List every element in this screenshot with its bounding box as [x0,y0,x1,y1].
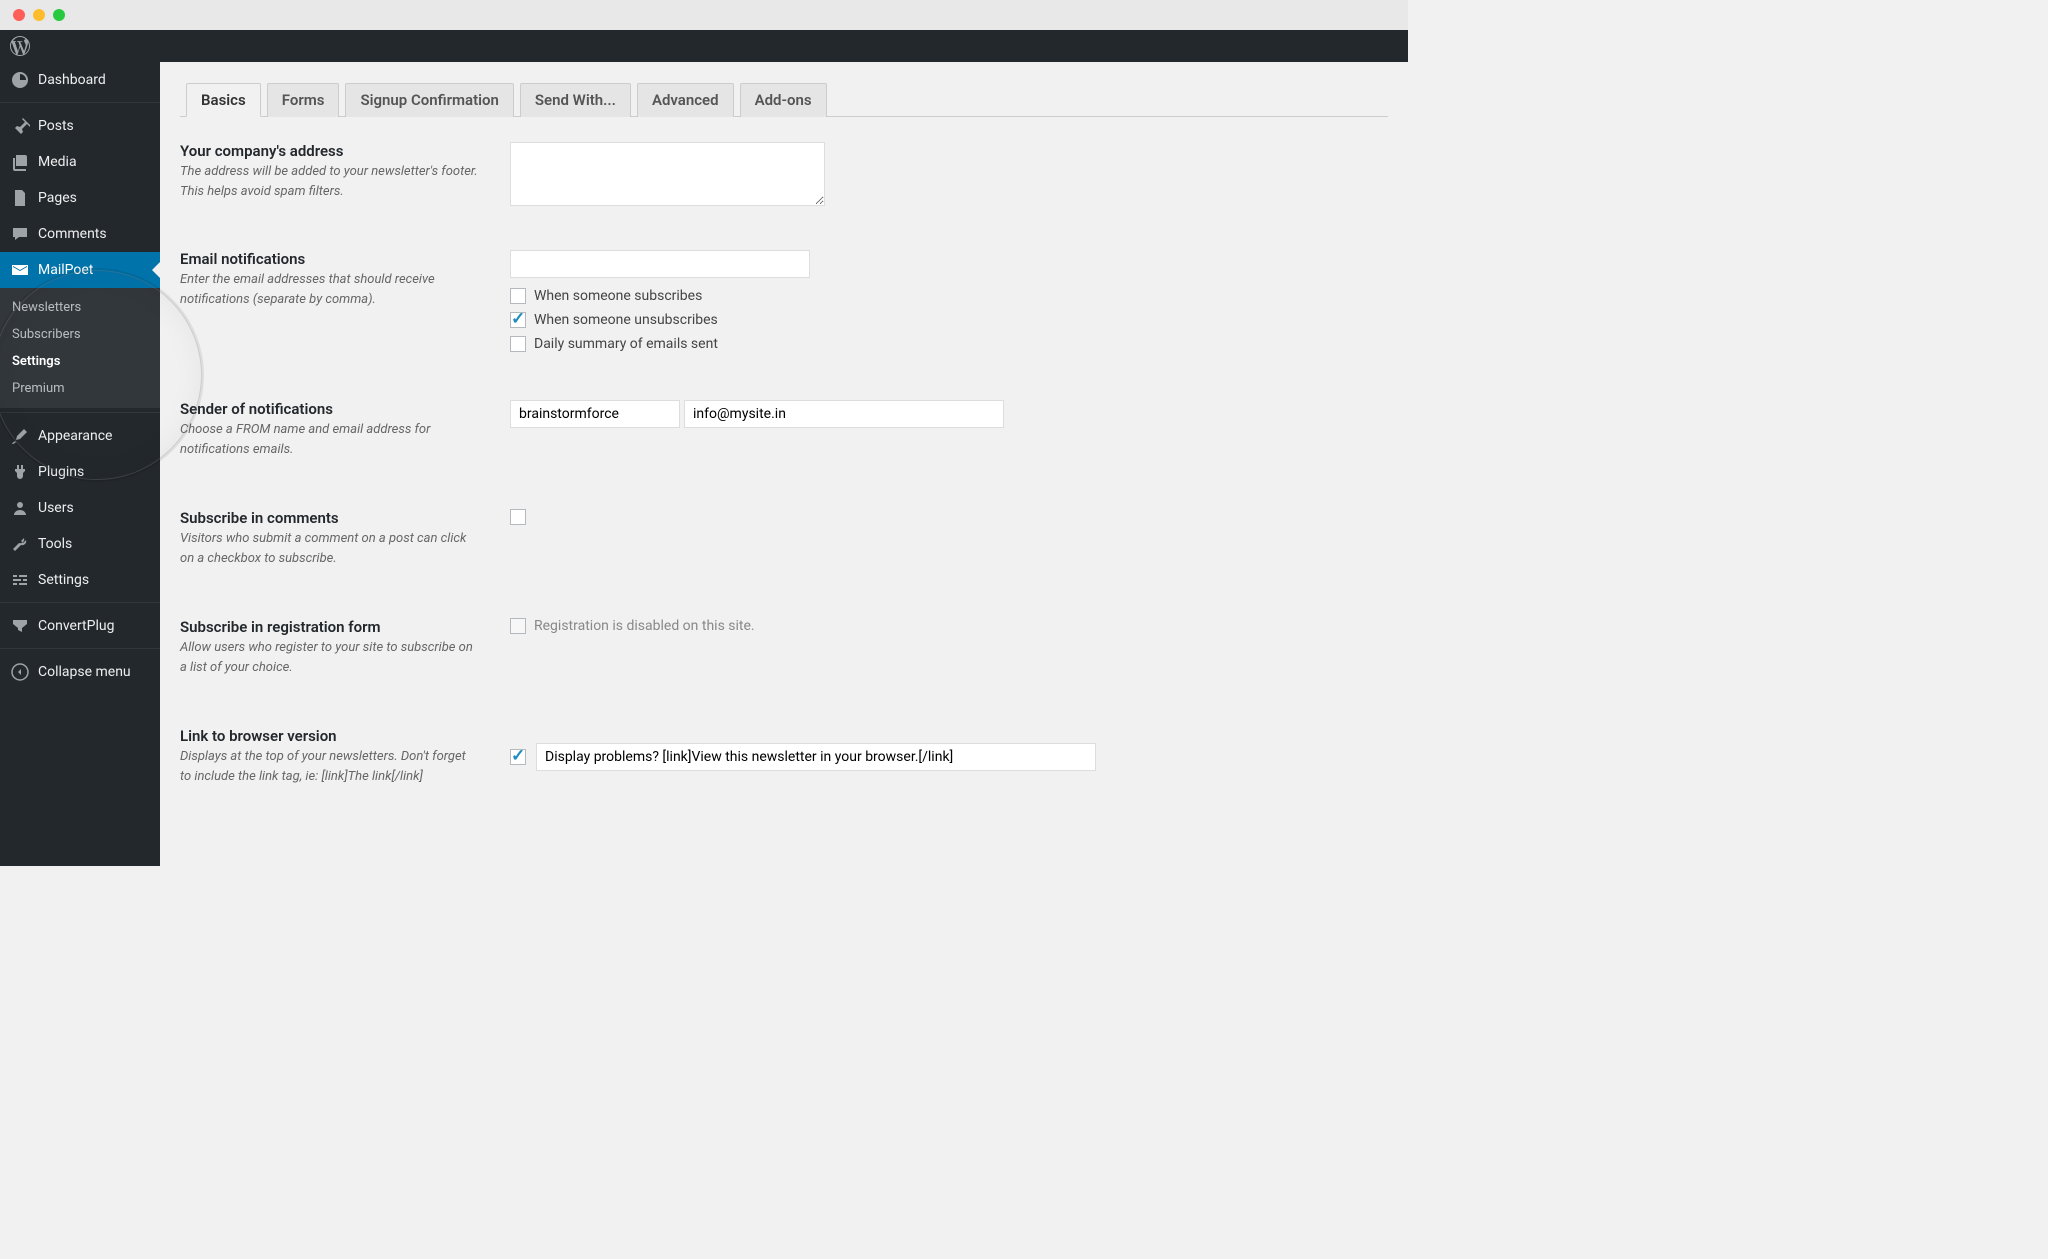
email-notifications-input[interactable] [510,250,810,278]
checkbox-subscribe-label: When someone subscribes [534,288,702,304]
sidebar-label: Users [38,500,74,516]
subscribe-registration-label: Subscribe in registration form [180,618,510,636]
sidebar-item-media[interactable]: Media [0,144,160,180]
sidebar-item-mailpoet[interactable]: MailPoet [0,252,160,288]
sidebar-label: MailPoet [38,262,93,278]
sidebar-item-posts[interactable]: Posts [0,108,160,144]
sidebar-label: Plugins [38,464,84,480]
registration-disabled-text: Registration is disabled on this site. [534,618,755,634]
sidebar-label: Posts [38,118,74,134]
sidebar-item-settings[interactable]: Settings [0,562,160,598]
browser-link-input[interactable] [536,743,1096,771]
sidebar-label: Collapse menu [38,664,131,680]
maximize-window-icon[interactable] [53,9,65,21]
mailpoet-submenu: Newsletters Subscribers Settings Premium [0,288,160,408]
convertplug-icon [10,616,30,636]
subscribe-comments-desc: Visitors who submit a comment on a post … [180,529,480,568]
mail-icon [10,260,30,280]
checkbox-browser-link[interactable] [510,749,526,765]
sender-label: Sender of notifications [180,400,510,418]
pages-icon [10,188,30,208]
sidebar-label: Dashboard [38,72,106,88]
company-address-label: Your company's address [180,142,510,160]
sidebar-label: ConvertPlug [38,618,114,634]
media-icon [10,152,30,172]
collapse-icon [10,662,30,682]
window-titlebar [0,0,1408,30]
checkbox-unsubscribe[interactable] [510,312,526,328]
checkbox-subscribe[interactable] [510,288,526,304]
dashboard-icon [10,70,30,90]
user-icon [10,498,30,518]
checkbox-unsubscribe-label: When someone unsubscribes [534,312,718,328]
company-address-desc: The address will be added to your newsle… [180,162,480,201]
tab-signup-confirmation[interactable]: Signup Confirmation [345,83,513,117]
sidebar-item-appearance[interactable]: Appearance [0,418,160,454]
sidebar-label: Media [38,154,77,170]
sidebar-label: Tools [38,536,72,552]
admin-bar [0,30,1408,62]
subscribe-comments-label: Subscribe in comments [180,509,510,527]
wrench-icon [10,534,30,554]
wordpress-logo-icon[interactable] [10,36,30,56]
comments-icon [10,224,30,244]
submenu-newsletters[interactable]: Newsletters [0,294,160,321]
pin-icon [10,116,30,136]
tab-basics[interactable]: Basics [186,83,261,117]
submenu-premium[interactable]: Premium [0,375,160,402]
browser-link-desc: Displays at the top of your newsletters.… [180,747,480,786]
sidebar-label: Comments [38,226,107,242]
submenu-settings[interactable]: Settings [0,348,160,375]
sender-email-input[interactable] [684,400,1004,428]
tab-forms[interactable]: Forms [267,83,340,117]
sidebar-item-pages[interactable]: Pages [0,180,160,216]
checkbox-subscribe-comments[interactable] [510,509,526,525]
browser-link-label: Link to browser version [180,727,510,745]
sidebar-item-tools[interactable]: Tools [0,526,160,562]
close-window-icon[interactable] [13,9,25,21]
sidebar-label: Pages [38,190,77,206]
minimize-window-icon[interactable] [33,9,45,21]
admin-sidebar: Dashboard Posts Media Pages Comments Mai… [0,62,160,866]
plug-icon [10,462,30,482]
sender-desc: Choose a FROM name and email address for… [180,420,480,459]
sidebar-item-users[interactable]: Users [0,490,160,526]
email-notifications-label: Email notifications [180,250,510,268]
brush-icon [10,426,30,446]
submenu-subscribers[interactable]: Subscribers [0,321,160,348]
main-content: Basics Forms Signup Confirmation Send Wi… [160,62,1408,866]
checkbox-daily-label: Daily summary of emails sent [534,336,718,352]
tab-send-with[interactable]: Send With... [520,83,631,117]
checkbox-daily[interactable] [510,336,526,352]
tab-addons[interactable]: Add-ons [740,83,827,117]
sidebar-collapse[interactable]: Collapse menu [0,654,160,690]
subscribe-registration-desc: Allow users who register to your site to… [180,638,480,677]
sidebar-item-convertplug[interactable]: ConvertPlug [0,608,160,644]
email-notifications-desc: Enter the email addresses that should re… [180,270,480,309]
settings-tabs: Basics Forms Signup Confirmation Send Wi… [180,82,1388,117]
company-address-input[interactable] [510,142,825,206]
sidebar-item-dashboard[interactable]: Dashboard [0,62,160,98]
sender-name-input[interactable] [510,400,680,428]
sliders-icon [10,570,30,590]
sidebar-label: Appearance [38,428,112,444]
sidebar-label: Settings [38,572,89,588]
sidebar-item-comments[interactable]: Comments [0,216,160,252]
sidebar-item-plugins[interactable]: Plugins [0,454,160,490]
checkbox-subscribe-registration [510,618,526,634]
tab-advanced[interactable]: Advanced [637,83,734,117]
